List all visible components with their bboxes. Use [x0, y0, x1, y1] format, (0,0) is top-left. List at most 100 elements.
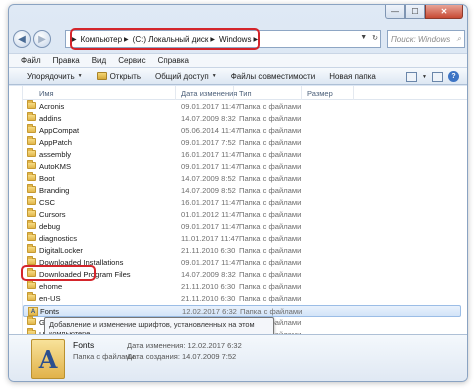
file-name: Acronis — [39, 102, 65, 111]
compat-files-button[interactable]: Файлы совместимости — [231, 72, 316, 81]
menu-edit[interactable]: Правка — [53, 56, 80, 65]
menu-help[interactable]: Справка — [158, 56, 189, 65]
address-highlight — [70, 28, 260, 50]
compat-label: Файлы совместимости — [230, 71, 316, 81]
file-type: Папка с файлами — [239, 126, 302, 135]
folder-icon — [27, 172, 36, 181]
column-header: Имя Дата изменения Тип Размер — [23, 86, 467, 100]
back-arrow-icon: ◀ — [18, 33, 26, 45]
table-row[interactable]: AppCompat 05.06.2014 11:47 Папка с файлами — [23, 124, 461, 137]
file-type: Папка с файлами — [239, 138, 302, 147]
file-date: 01.01.2012 11:47 — [181, 210, 240, 219]
address-actions: ▼ ↻ — [360, 34, 378, 42]
column-type[interactable]: Тип — [239, 89, 252, 98]
column-divider[interactable] — [233, 86, 234, 100]
file-name: addins — [39, 114, 62, 123]
table-row[interactable]: ehome 21.11.2010 6:30 Папка с файлами — [23, 280, 461, 293]
menu-tools[interactable]: Сервис — [118, 56, 145, 65]
chevron-down-icon[interactable]: ▼ — [422, 74, 427, 80]
open-label: Открыть — [109, 71, 141, 81]
folder-icon — [27, 220, 36, 229]
file-type: Папка с файлами — [239, 294, 302, 303]
column-divider[interactable] — [353, 86, 354, 100]
file-date: 21.11.2010 6:30 — [181, 294, 236, 303]
preview-pane-icon[interactable] — [432, 71, 443, 82]
folder-icon — [27, 208, 36, 217]
menu-view[interactable]: Вид — [92, 56, 106, 65]
file-date: 05.06.2014 11:47 — [181, 126, 240, 135]
file-type: Папка с файлами — [239, 186, 302, 195]
column-divider[interactable] — [301, 86, 302, 100]
column-divider[interactable] — [175, 86, 176, 100]
fonts-folder-icon: A — [28, 307, 38, 316]
folder-icon — [27, 280, 36, 289]
open-button[interactable]: Открыть — [96, 71, 141, 81]
folder-icon — [27, 316, 36, 325]
file-name: Fonts — [40, 307, 59, 316]
file-name: AutoKMS — [39, 162, 72, 171]
file-type: Папка с файлами — [240, 307, 303, 316]
table-row[interactable]: assembly 16.01.2017 11:47 Папка с файлами — [23, 148, 461, 161]
file-list-area: Имя Дата изменения Тип Размер Acronis 09.… — [9, 86, 467, 334]
help-icon[interactable]: ? — [448, 71, 459, 82]
table-row[interactable]: DigitalLocker 21.11.2010 6:30 Папка с файл… — [23, 244, 461, 257]
file-date: 21.11.2010 6:30 — [181, 246, 236, 255]
menu-file[interactable]: Файл — [21, 56, 41, 65]
window-controls: — ☐ ✕ — [385, 5, 463, 21]
table-row[interactable]: addins 14.07.2009 8:32 Папка с файлами — [23, 112, 461, 125]
file-type: Папка с файлами — [239, 174, 302, 183]
navigation-pane[interactable] — [9, 86, 23, 334]
file-name: assembly — [39, 150, 72, 159]
table-row[interactable]: A Fonts 12.02.2017 6:32 Папка с файлами — [23, 305, 461, 317]
minimize-button[interactable]: — — [385, 5, 405, 19]
table-row[interactable]: diagnostics 11.01.2017 11:47 Папка с файла… — [23, 232, 461, 245]
file-date: 14.07.2009 8:52 — [181, 174, 236, 183]
file-name: debug — [39, 222, 61, 231]
back-button[interactable]: ◀ — [13, 30, 31, 48]
search-input[interactable]: Поиск: Windows ⌕ — [387, 30, 465, 48]
details-kind: Папка с файлами — [73, 352, 135, 361]
file-date: 14.07.2009 8:52 — [181, 186, 236, 195]
details-created: Дата создания: 14.07.2009 7:52 — [127, 352, 237, 361]
organize-button[interactable]: Упорядочить ▼ — [27, 72, 83, 81]
table-row[interactable]: CSC 16.01.2017 11:47 Папка с файлами — [23, 196, 461, 209]
table-row[interactable]: debug 09.01.2017 11:47 Папка с файлами — [23, 220, 461, 233]
file-name: Cursors — [39, 210, 66, 219]
table-row[interactable]: AppPatch 09.01.2017 7:52 Папка с файлами — [23, 136, 461, 149]
folder-icon — [27, 256, 36, 265]
close-button[interactable]: ✕ — [425, 5, 463, 19]
table-row[interactable]: en-US 21.11.2010 6:30 Папка с файлами — [23, 292, 461, 305]
file-name: AppCompat — [39, 126, 80, 135]
column-name[interactable]: Имя — [39, 89, 54, 98]
share-button[interactable]: Общий доступ ▼ — [155, 72, 217, 81]
history-dropdown-icon[interactable]: ▼ — [360, 34, 367, 42]
table-row[interactable]: Boot 14.07.2009 8:52 Папка с файлами — [23, 172, 461, 185]
folder-icon — [27, 244, 36, 253]
view-options-icon[interactable] — [406, 71, 418, 82]
file-type: Папка с файлами — [239, 270, 302, 279]
forward-button[interactable]: ▶ — [33, 30, 51, 48]
file-date: 09.01.2017 11:47 — [181, 258, 240, 267]
table-row[interactable]: Acronis 09.01.2017 11:47 Папка с файлами — [23, 100, 461, 113]
file-type: Папка с файлами — [239, 258, 302, 267]
address-row: ◀ ▶ ▶ Компьютер ▶ (C:) Локальный диск ▶ … — [13, 28, 465, 50]
details-name: Fonts — [73, 340, 95, 350]
column-date[interactable]: Дата изменения — [181, 89, 237, 98]
new-folder-button[interactable]: Новая папка — [329, 72, 376, 81]
file-date: 11.01.2017 11:47 — [181, 234, 239, 243]
table-row[interactable]: Cursors 01.01.2012 11:47 Папка с файлами — [23, 208, 461, 221]
maximize-button[interactable]: ☐ — [405, 5, 425, 19]
file-name: en-US — [39, 294, 61, 303]
file-type: Папка с файлами — [239, 246, 302, 255]
chevron-down-icon: ▼ — [77, 73, 83, 79]
file-date: 09.01.2017 11:47 — [181, 102, 240, 111]
table-row[interactable]: AutoKMS 09.01.2017 11:47 Папка с файлами — [23, 160, 461, 173]
file-date: 12.02.2017 6:32 — [182, 307, 237, 316]
folder-icon — [27, 196, 36, 205]
details-pane: A Fonts Папка с файлами Дата изменения: … — [9, 334, 467, 381]
refresh-icon[interactable]: ↻ — [372, 34, 378, 42]
fonts-highlight — [21, 265, 96, 281]
column-size[interactable]: Размер — [307, 89, 333, 98]
table-row[interactable]: Branding 14.07.2009 8:52 Папка с файлами — [23, 184, 461, 197]
file-date: 14.07.2009 8:32 — [181, 270, 236, 279]
